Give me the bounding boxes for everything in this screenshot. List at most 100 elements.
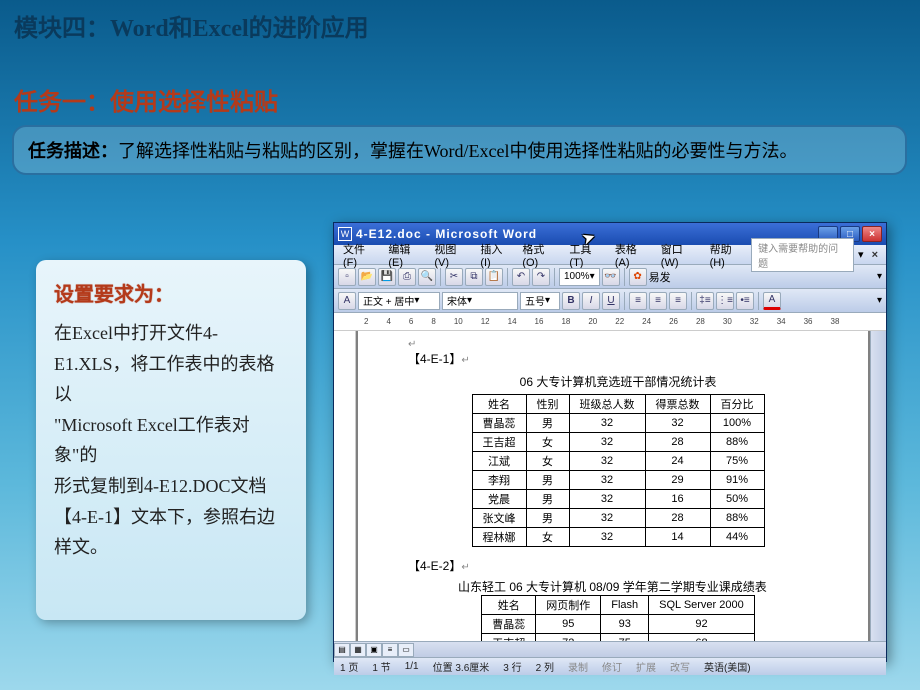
status-ext: 扩展	[636, 659, 656, 674]
marker-4e2: 【4-E-2】↵	[408, 557, 828, 574]
table-row: 程林娜女321444%	[472, 528, 764, 547]
menu-bar: 文件(F) 编辑(E) 视图(V) 插入(I) 格式(O) 工具(T) 表格(A…	[334, 245, 886, 265]
align-right-icon[interactable]: ≡	[669, 292, 687, 310]
menu-table[interactable]: 表格(A)	[610, 239, 654, 271]
table2-title: 山东轻工 06 大专计算机 08/09 学年第二学期专业课成绩表	[458, 578, 828, 595]
menu-view[interactable]: 视图(V)	[429, 239, 473, 271]
status-ovr: 改写	[670, 659, 690, 674]
horizontal-ruler[interactable]: 2468101214161820222426283032343638	[334, 313, 886, 331]
numbering-icon[interactable]: ⋮≡	[716, 292, 734, 310]
paragraph-mark: ↵	[408, 339, 828, 350]
zoom-select[interactable]: 100% ▾	[559, 268, 600, 286]
align-center-icon[interactable]: ≡	[649, 292, 667, 310]
table-header: 百分比	[710, 395, 764, 414]
style-select[interactable]: 正文 + 居中 ▾	[358, 292, 440, 310]
document-page[interactable]: ↵ 【4-E-1】↵ 06 大专计算机竞选班干部情况统计表 姓名性别班级总人数得…	[358, 331, 868, 641]
menu-help[interactable]: 帮助(H)	[705, 239, 750, 271]
menu-edit[interactable]: 编辑(E)	[383, 239, 427, 271]
toolbar2-more-icon[interactable]: ▾	[877, 295, 882, 306]
open-icon[interactable]: 📂	[358, 268, 376, 286]
marker-4e1: 【4-E-1】↵	[408, 350, 828, 367]
new-doc-icon[interactable]: ▫	[338, 268, 356, 286]
italic-button[interactable]: I	[582, 292, 600, 310]
read-icon[interactable]: 👓	[602, 268, 620, 286]
bold-button[interactable]: B	[562, 292, 580, 310]
paste-icon[interactable]: 📋	[485, 268, 503, 286]
status-rev: 修订	[602, 659, 622, 674]
yifa-label[interactable]: 易发	[649, 269, 671, 285]
print-icon[interactable]: ⎙	[398, 268, 416, 286]
doc-close-button[interactable]: ×	[868, 249, 882, 261]
status-bar: 1 页 1 节 1/1 位置 3.6厘米 3 行 2 列 录制 修订 扩展 改写…	[334, 657, 886, 675]
table-header: SQL Server 2000	[649, 596, 755, 615]
table1-title: 06 大专计算机竞选班干部情况统计表	[408, 373, 828, 390]
table-row: 李翔男322991%	[472, 471, 764, 490]
requirements-box: 设置要求为： 在Excel中打开文件4-E1.XLS，将工作表中的表格以"Mic…	[36, 260, 306, 620]
table-row: 党晨男321650%	[472, 490, 764, 509]
font-select[interactable]: 宋体 ▾	[442, 292, 518, 310]
print-view-icon[interactable]: ▣	[366, 643, 382, 657]
help-search-box[interactable]: 键入需要帮助的问题	[751, 238, 854, 272]
copy-icon[interactable]: ⧉	[465, 268, 483, 286]
redo-icon[interactable]: ↷	[532, 268, 550, 286]
web-view-icon[interactable]: ▦	[350, 643, 366, 657]
task-subtitle: 任务一：使用选择性粘贴	[14, 82, 278, 117]
table-row: 王吉超女322888%	[472, 433, 764, 452]
table-header: 姓名	[482, 596, 536, 615]
table-row: 王吉超727568	[482, 634, 755, 642]
menu-chevron-icon[interactable]: ▾	[856, 248, 866, 261]
table-header: 姓名	[472, 395, 526, 414]
req-heading: 设置要求为：	[54, 278, 288, 312]
yifa-icon[interactable]: ✿	[629, 268, 647, 286]
table2: 姓名网页制作FlashSQL Server 2000曹晶蕊959392王吉超72…	[481, 595, 755, 641]
outline-view-icon[interactable]: ≡	[382, 643, 398, 657]
table-row: 曹晶蕊959392	[482, 615, 755, 634]
table-header: 性别	[526, 395, 569, 414]
undo-icon[interactable]: ↶	[512, 268, 530, 286]
size-select[interactable]: 五号 ▾	[520, 292, 560, 310]
word-window: W 4-E12.doc - Microsoft Word _ □ × 文件(F)…	[333, 222, 887, 662]
document-area: ↵ 【4-E-1】↵ 06 大专计算机竞选班干部情况统计表 姓名性别班级总人数得…	[334, 331, 886, 641]
status-rec: 录制	[568, 659, 588, 674]
save-icon[interactable]: 💾	[378, 268, 396, 286]
table-header: 班级总人数	[569, 395, 645, 414]
horizontal-scrollbar[interactable]: ▤ ▦ ▣ ≡ ▭	[334, 641, 886, 657]
preview-icon[interactable]: 🔍	[418, 268, 436, 286]
desc-label: 任务描述：	[28, 141, 118, 161]
read-view-icon[interactable]: ▭	[398, 643, 414, 657]
vertical-scrollbar[interactable]	[870, 331, 886, 641]
task-description-box: 任务描述：了解选择性粘贴与粘贴的区别，掌握在Word/Excel中使用选择性粘贴…	[12, 125, 907, 175]
menu-file[interactable]: 文件(F)	[338, 239, 381, 271]
formatting-toolbar: A 正文 + 居中 ▾ 宋体 ▾ 五号 ▾ B I U ≡ ≡ ≡ ‡≡ ⋮≡ …	[334, 289, 886, 313]
vertical-ruler[interactable]	[334, 331, 356, 641]
desc-text: 了解选择性粘贴与粘贴的区别，掌握在Word/Excel中使用选择性粘贴的必要性与…	[118, 141, 798, 161]
toolbar-more-icon[interactable]: ▾	[877, 271, 882, 282]
module-title: 模块四：Word和Excel的进阶应用	[14, 8, 369, 43]
table-header: 得票总数	[645, 395, 710, 414]
table-row: 张文峰男322888%	[472, 509, 764, 528]
bullets-icon[interactable]: •≡	[736, 292, 754, 310]
table-header: Flash	[601, 596, 649, 615]
menu-window[interactable]: 窗口(W)	[656, 239, 703, 271]
table1: 姓名性别班级总人数得票总数百分比曹晶蕊男3232100%王吉超女322888%江…	[472, 394, 765, 547]
table-header: 网页制作	[536, 596, 601, 615]
font-color-icon[interactable]: A	[763, 292, 781, 310]
style-icon[interactable]: A	[338, 292, 356, 310]
status-lang: 英语(美国)	[704, 659, 751, 674]
menu-format[interactable]: 格式(O)	[517, 239, 562, 271]
menu-insert[interactable]: 插入(I)	[475, 239, 515, 271]
close-button[interactable]: ×	[862, 226, 882, 242]
status-section: 1 节	[372, 659, 390, 674]
line-spacing-icon[interactable]: ‡≡	[696, 292, 714, 310]
table-row: 江斌女322475%	[472, 452, 764, 471]
status-pages: 1/1	[405, 661, 419, 672]
align-left-icon[interactable]: ≡	[629, 292, 647, 310]
table-row: 曹晶蕊男3232100%	[472, 414, 764, 433]
status-line: 3 行	[503, 659, 521, 674]
underline-button[interactable]: U	[602, 292, 620, 310]
normal-view-icon[interactable]: ▤	[334, 643, 350, 657]
status-column: 2 列	[536, 659, 554, 674]
cut-icon[interactable]: ✂	[445, 268, 463, 286]
status-position: 位置 3.6厘米	[433, 659, 490, 674]
req-body: 在Excel中打开文件4-E1.XLS，将工作表中的表格以"Microsoft …	[54, 318, 288, 563]
